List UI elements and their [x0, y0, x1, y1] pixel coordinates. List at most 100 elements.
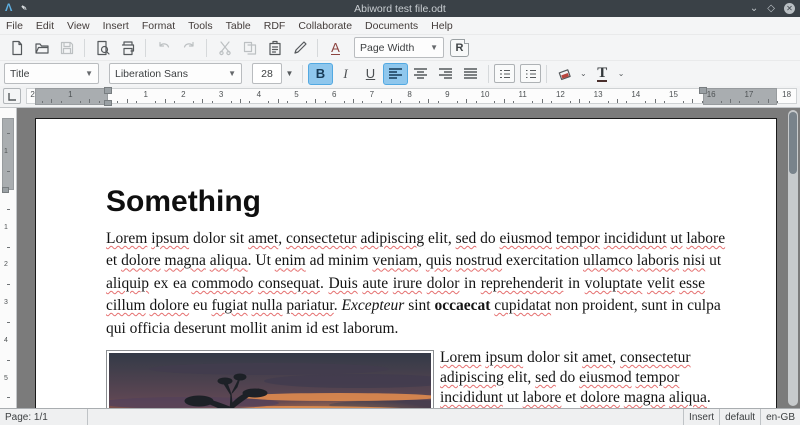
document-page[interactable]: Something Lorem ipsum dolor sit amet, co… — [35, 118, 777, 408]
bullet-list-button[interactable] — [520, 64, 541, 83]
tab-stop-selector[interactable] — [3, 88, 21, 104]
separator — [546, 64, 547, 83]
ruler-number: 5 — [4, 374, 8, 382]
save-icon[interactable] — [54, 37, 79, 59]
minimize-button[interactable]: ⌄ — [750, 3, 758, 14]
ruler-number: 2 — [4, 261, 8, 269]
inline-image-frame[interactable] — [106, 350, 434, 408]
italic-button[interactable]: I — [333, 63, 358, 85]
ruler-number: 2 — [30, 90, 35, 99]
separator — [84, 38, 85, 57]
menu-documents[interactable]: Documents — [365, 20, 418, 32]
top-margin-marker[interactable] — [2, 187, 9, 193]
undo-icon[interactable] — [151, 37, 176, 59]
chevron-down-icon: ▼ — [430, 43, 438, 52]
new-document-icon[interactable] — [4, 37, 29, 59]
ruler-number: 4 — [256, 90, 262, 99]
ruler-number: 16 — [706, 90, 716, 99]
menu-format[interactable]: Format — [142, 20, 175, 32]
align-left-button[interactable] — [383, 62, 408, 85]
ruler-number: 4 — [4, 336, 8, 344]
menu-edit[interactable]: Edit — [36, 20, 54, 32]
right-indent-marker[interactable] — [699, 87, 707, 94]
highlight-color-button[interactable] — [552, 63, 577, 85]
ruler-number: 10 — [480, 90, 490, 99]
ruler-number: 7 — [369, 90, 375, 99]
align-right-button[interactable] — [433, 63, 458, 85]
bold-button[interactable]: B — [308, 62, 333, 85]
font-color-button[interactable]: T — [590, 63, 615, 85]
format-toolbar: Title ▼ Liberation Sans ▼ 28 ▼ B I U ⌄ T ⌄ — [0, 60, 800, 86]
numbered-list-button[interactable] — [494, 64, 515, 83]
status-style[interactable]: default — [719, 409, 760, 425]
separator — [488, 64, 489, 83]
status-page-indicator: Page: 1/1 — [0, 409, 88, 425]
window-title: Abiword test file.odt — [354, 2, 446, 15]
menu-collaborate[interactable]: Collaborate — [298, 20, 352, 32]
document-heading: Something — [106, 185, 261, 218]
ruler-number: 9 — [445, 90, 450, 99]
ruler-number: 3 — [4, 299, 8, 307]
menu-file[interactable]: File — [6, 20, 23, 32]
zoom-select[interactable]: Page Width ▼ — [354, 37, 444, 58]
separator — [317, 38, 318, 57]
left-indent-marker[interactable] — [104, 100, 112, 106]
close-button[interactable]: ✕ — [784, 3, 795, 14]
ruler-number: 17 — [744, 90, 754, 99]
menu-insert[interactable]: Insert — [103, 20, 129, 32]
ruler-number: 18 — [782, 90, 792, 99]
sunset-photo — [109, 353, 431, 408]
separator — [145, 38, 146, 57]
ruler-number: 14 — [631, 90, 641, 99]
ruler-number: 13 — [593, 90, 603, 99]
menu-view[interactable]: View — [67, 20, 90, 32]
redo-icon[interactable] — [176, 37, 201, 59]
menubar: File Edit View Insert Format Tools Table RDF Col… — [0, 17, 800, 34]
font-size-dropdown[interactable]: ▼ — [282, 63, 297, 84]
scrollbar-thumb[interactable] — [789, 112, 797, 174]
statusbar: Page: 1/1 Insert default en-GB — [0, 408, 800, 425]
menu-tools[interactable]: Tools — [188, 20, 213, 32]
chevron-down-icon: ▼ — [228, 69, 236, 78]
chevron-down-icon[interactable]: ⌄ — [580, 69, 587, 78]
stylus-icon[interactable] — [287, 37, 312, 59]
paste-icon[interactable] — [262, 37, 287, 59]
underline-button[interactable]: U — [358, 63, 383, 85]
chevron-down-icon[interactable]: ⌄ — [618, 69, 625, 78]
font-select[interactable]: Liberation Sans ▼ — [109, 63, 242, 84]
ruler-number: 15 — [669, 90, 678, 99]
font-dialog-icon[interactable]: A — [323, 37, 348, 59]
cut-icon[interactable] — [212, 37, 237, 59]
first-line-indent-marker[interactable] — [104, 87, 112, 94]
ruler-number: 11 — [518, 90, 527, 99]
status-insert-mode[interactable]: Insert — [683, 409, 719, 425]
menu-help[interactable]: Help — [431, 20, 453, 32]
ruler-number: 1 — [4, 148, 8, 156]
ruler-number: 5 — [294, 90, 299, 99]
maximize-button[interactable]: ◇ — [767, 3, 775, 14]
document-area: 1 1 2 3 4 5 Something Lorem ipsum dolor sit a… — [0, 108, 800, 408]
separator — [302, 64, 303, 83]
status-message-area — [88, 409, 683, 425]
vertical-scrollbar[interactable] — [788, 110, 798, 406]
font-size-input[interactable]: 28 — [252, 63, 282, 84]
separator — [206, 38, 207, 57]
open-folder-icon[interactable] — [29, 37, 54, 59]
menu-rdf[interactable]: RDF — [264, 20, 286, 32]
ruler-number: 1 — [68, 90, 73, 99]
rdf-anchor-icon[interactable]: R — [450, 38, 469, 57]
horizontal-ruler: 2 1 1 2 3 4 5 6 7 8 9 10 11 12 13 14 15 16 17 18 — [0, 86, 800, 108]
paragraph-1: Lorem ipsum dolor sit amet, consectetur … — [106, 230, 726, 337]
status-language[interactable]: en-GB — [760, 409, 800, 425]
ruler-number: 8 — [407, 90, 412, 99]
ruler-number: 3 — [218, 90, 224, 99]
print-icon[interactable] — [115, 37, 140, 59]
align-justify-button[interactable] — [458, 63, 483, 85]
menu-table[interactable]: Table — [226, 20, 251, 32]
copy-icon[interactable] — [237, 37, 262, 59]
style-select[interactable]: Title ▼ — [4, 63, 99, 84]
ruler-number: 2 — [181, 90, 186, 99]
print-preview-icon[interactable] — [90, 37, 115, 59]
align-center-button[interactable] — [408, 63, 433, 85]
vertical-ruler: 1 1 2 3 4 5 — [0, 108, 17, 408]
